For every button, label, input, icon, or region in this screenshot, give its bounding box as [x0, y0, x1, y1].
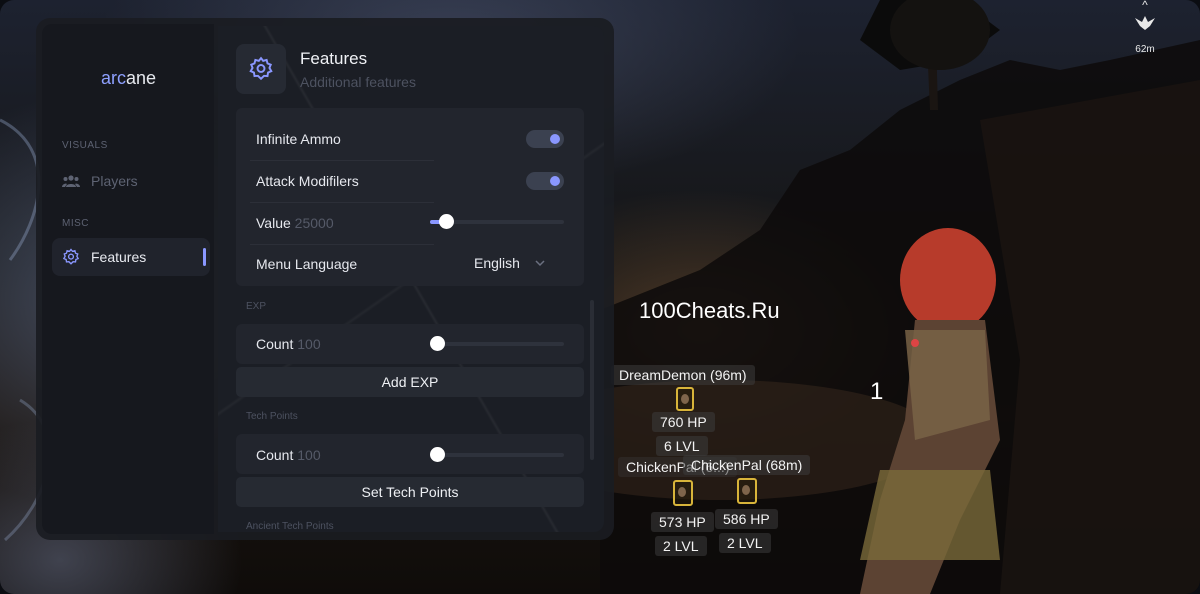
value-row: Value 25000	[256, 215, 334, 231]
pal-icon	[676, 387, 694, 411]
value-readout: 25000	[294, 215, 334, 231]
attack-modifiers-toggle[interactable]	[526, 172, 564, 190]
chevron-down-icon	[535, 260, 545, 267]
slider-thumb[interactable]	[430, 447, 445, 462]
exp-section-label: EXP	[246, 301, 267, 312]
logo-accent: arc	[101, 68, 127, 88]
tech-count-label: Count	[256, 447, 294, 463]
gear-icon	[62, 248, 80, 266]
compass-caret: ^	[1142, 0, 1148, 12]
page-title: Features	[300, 49, 368, 68]
slider-thumb[interactable]	[439, 214, 454, 229]
ancient-tech-points-section-label: Ancient Tech Points	[246, 521, 334, 532]
active-indicator	[203, 248, 206, 266]
add-exp-button[interactable]: Add EXP	[236, 367, 584, 397]
pal-hp-tag: 760 HP	[652, 412, 715, 432]
sidebar-item-label: Players	[91, 173, 138, 189]
exp-count-value: 100	[297, 336, 321, 352]
sidebar-item-players[interactable]: Players	[52, 162, 210, 200]
sidebar	[42, 24, 214, 534]
pal-name-tag: ChickenPal (68m)	[683, 455, 811, 475]
exp-count-row: Count 100	[256, 336, 321, 352]
pal-level-tag: 2 LVL	[655, 536, 707, 556]
divider	[250, 202, 434, 203]
infinite-ammo-label: Infinite Ammo	[256, 131, 341, 147]
pal-hp-tag: 573 HP	[651, 512, 714, 532]
infinite-ammo-toggle[interactable]	[526, 130, 564, 148]
page-subtitle: Additional features	[300, 74, 416, 90]
divider	[250, 160, 434, 161]
users-icon	[62, 172, 80, 190]
menu-language-label: Menu Language	[256, 256, 358, 272]
pal-level-tag: 6 LVL	[656, 436, 708, 456]
marker-number: 1	[870, 378, 884, 405]
divider	[250, 244, 434, 245]
toggle-knob	[550, 176, 560, 186]
language-select-value: English	[474, 255, 520, 271]
logo-rest: ane	[126, 68, 157, 88]
pal-icon	[673, 480, 693, 506]
pal-icon	[737, 478, 757, 504]
compass-distance: 62m	[1135, 44, 1155, 55]
header-icon-tile	[236, 44, 286, 94]
tech-count-value: 100	[297, 447, 321, 463]
content-scrollbar[interactable]	[590, 300, 594, 460]
pal-hp-tag: 586 HP	[715, 509, 778, 529]
pal-level-tag: 2 LVL	[719, 533, 771, 553]
bird-icon	[1135, 16, 1155, 30]
nav-group-visuals: VISUALS	[62, 140, 108, 151]
set-tech-points-button[interactable]: Set Tech Points	[236, 477, 584, 507]
value-slider[interactable]	[430, 214, 564, 229]
toggle-knob	[550, 134, 560, 144]
nav-group-misc: MISC	[62, 218, 89, 229]
exp-count-label: Count	[256, 336, 294, 352]
app-logo: arcane	[101, 68, 156, 89]
tech-count-row: Count 100	[256, 447, 321, 463]
attack-modifiers-label: Attack Modifilers	[256, 173, 359, 189]
sidebar-item-features[interactable]: Features	[52, 238, 210, 276]
compass: ^ 62m	[1128, 0, 1162, 55]
tech-count-slider[interactable]	[430, 447, 564, 462]
tech-points-section-label: Tech Points	[246, 411, 298, 422]
gear-icon	[249, 56, 273, 81]
exp-count-slider[interactable]	[430, 336, 564, 351]
pal-name-tag: DreamDemon (96m)	[611, 365, 755, 385]
sidebar-item-label: Features	[91, 249, 147, 265]
value-label: Value	[256, 215, 291, 231]
language-select[interactable]: English	[474, 255, 546, 271]
watermark-text: 100Cheats.Ru	[639, 298, 780, 323]
slider-thumb[interactable]	[430, 336, 445, 351]
